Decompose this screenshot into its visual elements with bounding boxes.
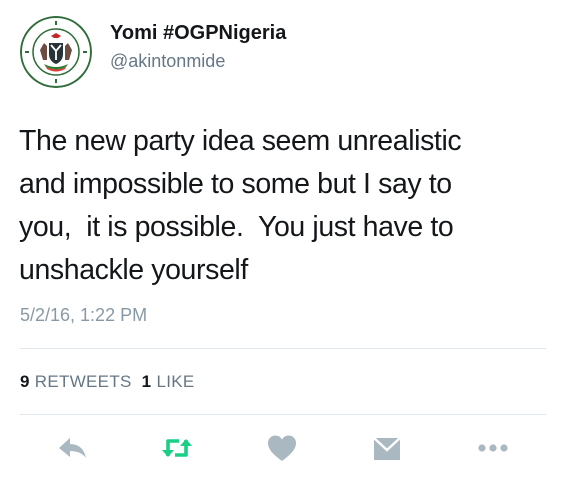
tweet-timestamp[interactable]: 5/2/16, 1:22 PM: [20, 305, 147, 326]
retweet-button[interactable]: [159, 430, 195, 466]
more-dots-icon: [478, 444, 508, 452]
tweet-card: Yomi #OGPNigeria @akintonmide The new pa…: [0, 0, 566, 480]
like-button[interactable]: [264, 430, 300, 466]
retweets-stat[interactable]: 9 RETWEETS: [20, 372, 132, 391]
divider: [20, 414, 546, 415]
divider: [20, 348, 546, 349]
display-name[interactable]: Yomi #OGPNigeria: [110, 22, 286, 45]
user-handle[interactable]: @akintonmide: [110, 51, 225, 72]
likes-stat[interactable]: 1 LIKE: [142, 372, 195, 391]
tweet-text-line: The new party idea seem unrealistic: [19, 125, 462, 157]
retweets-label: RETWEETS: [34, 372, 132, 391]
coat-of-arms-seal-icon: [20, 16, 92, 88]
action-bar: [0, 430, 566, 466]
tweet-text: The new party idea seem unrealistic and …: [19, 120, 549, 292]
avatar[interactable]: [20, 16, 92, 88]
reply-icon: [59, 438, 86, 458]
retweets-count: 9: [20, 372, 30, 391]
likes-count: 1: [141, 372, 152, 391]
likes-label: LIKE: [156, 372, 195, 391]
direct-message-button[interactable]: [369, 430, 405, 466]
tweet-text-line: unshackle yourself: [19, 254, 248, 286]
more-options-button[interactable]: [475, 430, 511, 466]
envelope-icon: [373, 437, 401, 460]
tweet-text-line: and impossible to some but I say to: [19, 168, 452, 200]
engagement-stats: 9 RETWEETS 1 LIKE: [20, 372, 195, 392]
retweet-icon: [162, 439, 192, 457]
heart-icon: [268, 435, 296, 461]
tweet-text-line: you, it is possible. You just have to: [19, 211, 454, 243]
reply-button[interactable]: [55, 430, 91, 466]
